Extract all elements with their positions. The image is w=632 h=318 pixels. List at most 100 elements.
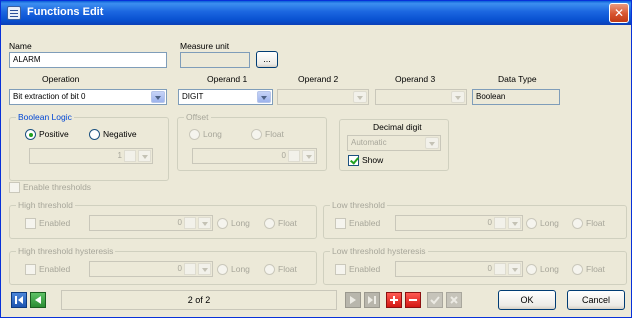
chevron-down-icon[interactable] — [257, 91, 271, 103]
negative-radio[interactable] — [89, 129, 100, 140]
low-threshold-enabled-label: Enabled — [349, 218, 381, 228]
name-label: Name — [9, 41, 32, 51]
positive-radio[interactable] — [25, 129, 36, 140]
discard-record-button[interactable] — [446, 292, 462, 308]
high-threshold-spinner[interactable]: 0 — [89, 215, 213, 231]
chevron-down-icon[interactable] — [198, 217, 211, 229]
measure-unit-browse-button[interactable]: ... — [256, 51, 278, 68]
high-hysteresis-float-label: Float — [278, 264, 297, 274]
previous-record-button[interactable] — [30, 292, 46, 308]
offset-value: 0 — [281, 151, 286, 160]
plus-icon — [390, 296, 398, 304]
high-hysteresis-spinner[interactable]: 0 — [89, 261, 213, 277]
offset-float-label: Float — [265, 129, 284, 139]
delete-record-button[interactable] — [405, 292, 421, 308]
high-threshold-float-radio[interactable] — [264, 218, 275, 229]
name-input[interactable]: ALARM — [9, 52, 167, 68]
high-hysteresis-value: 0 — [177, 264, 182, 273]
confirm-record-button[interactable] — [427, 292, 443, 308]
enable-thresholds-label: Enable thresholds — [23, 182, 92, 192]
high-hysteresis-float-radio[interactable] — [264, 264, 275, 275]
decimal-digit-value: Automatic — [351, 138, 387, 147]
page-indicator: 2 of 2 — [61, 290, 337, 310]
chevron-down-icon — [451, 91, 465, 103]
positive-label: Positive — [39, 129, 69, 139]
low-hysteresis-title: Low threshold hysteresis — [330, 246, 428, 256]
high-threshold-float-label: Float — [278, 218, 297, 228]
functions-edit-window: Functions Edit ✕ Name ALARM Measure unit… — [0, 0, 632, 318]
last-record-icon — [368, 296, 376, 304]
measure-unit-label: Measure unit — [180, 41, 230, 51]
chevron-down-icon[interactable] — [508, 217, 521, 229]
high-threshold-enabled-checkbox[interactable] — [25, 218, 36, 229]
cross-icon — [450, 296, 458, 304]
ok-button[interactable]: OK — [498, 290, 556, 310]
offset-value-spinner[interactable]: 0 — [192, 148, 317, 164]
data-type-label: Data Type — [498, 74, 537, 84]
chevron-down-icon — [353, 91, 367, 103]
first-record-button[interactable] — [11, 292, 27, 308]
spin-buttons[interactable] — [288, 150, 300, 162]
operand2-select[interactable] — [277, 89, 369, 105]
minus-icon — [409, 299, 417, 301]
operand3-label: Operand 3 — [395, 74, 436, 84]
chevron-down-icon[interactable] — [302, 150, 315, 162]
low-threshold-float-label: Float — [586, 218, 605, 228]
operand1-select[interactable]: DIGIT — [178, 89, 273, 105]
low-hysteresis-spinner[interactable]: 0 — [395, 261, 523, 277]
title-bar[interactable]: Functions Edit ✕ — [1, 1, 631, 25]
decimal-digit-select[interactable]: Automatic — [347, 135, 441, 151]
high-threshold-long-label: Long — [231, 218, 250, 228]
high-hysteresis-title: High threshold hysteresis — [16, 246, 116, 256]
previous-record-icon — [35, 296, 41, 304]
low-threshold-enabled-checkbox[interactable] — [335, 218, 346, 229]
low-hysteresis-long-label: Long — [540, 264, 559, 274]
offset-long-radio[interactable] — [189, 129, 200, 140]
low-threshold-title: Low threshold — [330, 200, 387, 210]
chevron-down-icon[interactable] — [138, 150, 151, 162]
high-hysteresis-long-radio[interactable] — [217, 264, 228, 275]
low-threshold-spinner[interactable]: 0 — [395, 215, 523, 231]
spin-buttons[interactable] — [184, 263, 196, 275]
chevron-down-icon[interactable] — [508, 263, 521, 275]
high-hysteresis-enabled-checkbox[interactable] — [25, 264, 36, 275]
show-label: Show — [362, 155, 384, 165]
decimal-digit-title: Decimal digit — [373, 122, 422, 132]
low-threshold-float-radio[interactable] — [572, 218, 583, 229]
offset-float-radio[interactable] — [251, 129, 262, 140]
measure-unit-input[interactable] — [180, 52, 250, 68]
check-icon — [430, 296, 440, 305]
low-threshold-long-radio[interactable] — [526, 218, 537, 229]
first-record-icon — [15, 296, 23, 304]
low-hysteresis-value: 0 — [487, 264, 492, 273]
low-threshold-long-label: Long — [540, 218, 559, 228]
enable-thresholds-checkbox[interactable] — [9, 182, 20, 193]
show-checkbox[interactable] — [348, 155, 359, 166]
chevron-down-icon[interactable] — [198, 263, 211, 275]
operand2-label: Operand 2 — [298, 74, 339, 84]
low-threshold-value: 0 — [487, 218, 492, 227]
low-hysteresis-float-radio[interactable] — [572, 264, 583, 275]
last-record-button[interactable] — [364, 292, 380, 308]
low-hysteresis-long-radio[interactable] — [526, 264, 537, 275]
low-hysteresis-enabled-checkbox[interactable] — [335, 264, 346, 275]
add-record-button[interactable] — [386, 292, 402, 308]
boolean-value-spinner[interactable]: 1 — [29, 148, 153, 164]
offset-title: Offset — [184, 112, 211, 122]
data-type-value: Boolean — [472, 89, 560, 105]
operation-select[interactable]: Bit extraction of bit 0 — [9, 89, 167, 105]
chevron-down-icon[interactable] — [151, 91, 165, 103]
window-app-icon — [7, 6, 21, 20]
spin-buttons[interactable] — [494, 263, 506, 275]
operand3-select[interactable] — [375, 89, 467, 105]
low-hysteresis-enabled-label: Enabled — [349, 264, 381, 274]
close-button[interactable]: ✕ — [609, 3, 629, 23]
high-threshold-long-radio[interactable] — [217, 218, 228, 229]
next-record-button[interactable] — [345, 292, 361, 308]
operation-label: Operation — [42, 74, 80, 84]
spin-buttons[interactable] — [124, 150, 136, 162]
high-hysteresis-long-label: Long — [231, 264, 250, 274]
spin-buttons[interactable] — [184, 217, 196, 229]
cancel-button[interactable]: Cancel — [567, 290, 625, 310]
spin-buttons[interactable] — [494, 217, 506, 229]
